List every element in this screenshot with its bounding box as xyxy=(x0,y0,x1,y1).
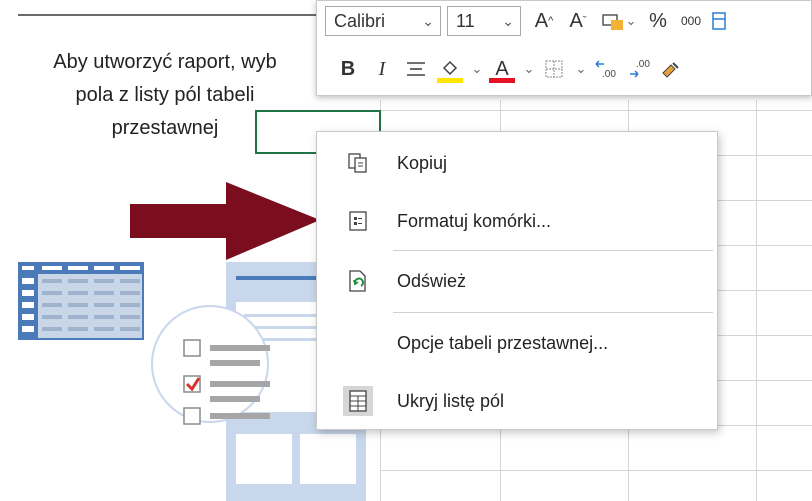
format-cells-icon xyxy=(345,208,371,234)
menu-item-label: Ukryj listę pól xyxy=(397,390,505,411)
table-icon xyxy=(712,12,726,30)
format-painter-icon xyxy=(662,62,679,78)
font-size-value: 11 xyxy=(456,10,475,31)
field-list-icon xyxy=(343,386,373,416)
copy-icon xyxy=(345,150,371,176)
currency-format-icon xyxy=(601,14,623,30)
font-name-combo[interactable]: Calibri ⌄ xyxy=(325,6,441,36)
comma-style-button[interactable]: 000 xyxy=(673,4,709,38)
svg-text:.00: .00 xyxy=(602,69,616,80)
paint-bucket-icon xyxy=(442,60,458,76)
font-color-dropdown[interactable]: ⌄ xyxy=(519,52,537,86)
menu-item-formatuj-komorki[interactable]: Formatuj komórki... xyxy=(317,198,717,244)
svg-text:.00: .00 xyxy=(636,59,650,70)
decrease-font-label: A xyxy=(569,9,583,32)
decrease-font-size-button[interactable]: Aˇ xyxy=(561,4,595,38)
italic-button[interactable]: I xyxy=(365,52,399,86)
increase-font-label: A xyxy=(534,9,549,32)
font-name-value: Calibri xyxy=(334,10,386,31)
increase-decimal-icon: .00 xyxy=(595,60,616,80)
menu-item-odswiez[interactable]: Odśwież xyxy=(317,258,717,304)
pivot-text-line-2: pola z listy pól tabeli xyxy=(75,84,255,106)
number-format-button[interactable]: ⌄ xyxy=(595,4,643,38)
table-illustration-icon xyxy=(18,262,144,340)
align-center-button[interactable] xyxy=(399,52,433,86)
fill-color-button[interactable] xyxy=(433,52,467,86)
chevron-down-icon: ⌄ xyxy=(502,12,514,29)
mini-toolbar: Calibri ⌄ 11 ⌄ A ^ Aˇ ⌄ % 000 B I ⌄ A ⌄ … xyxy=(316,0,812,96)
context-menu: Kopiuj Formatuj komórki... Odśwież Opcje… xyxy=(316,131,718,430)
align-center-icon xyxy=(407,62,425,76)
chevron-down-icon: ⌄ xyxy=(471,61,483,76)
fill-color-swatch xyxy=(437,78,463,83)
bold-label: B xyxy=(340,57,356,80)
chevron-down-icon: ⌄ xyxy=(422,12,434,29)
italic-label: I xyxy=(378,57,386,80)
ribbon-divider xyxy=(18,14,318,16)
font-size-combo[interactable]: 11 ⌄ xyxy=(447,6,521,36)
menu-item-label: Formatuj komórki... xyxy=(397,210,552,231)
chevron-down-icon: ⌄ xyxy=(523,61,535,76)
mini-toolbar-row-format: B I ⌄ A ⌄ ⌄ .00 .00 xyxy=(317,49,683,89)
increase-font-size-button[interactable]: A ^ xyxy=(527,4,561,38)
font-color-button[interactable]: A xyxy=(485,52,519,86)
pivot-text-line-1: Aby utworzyć raport, wyb xyxy=(53,51,277,73)
bold-button[interactable]: B xyxy=(331,52,365,86)
fill-color-dropdown[interactable]: ⌄ xyxy=(467,52,485,86)
mini-toolbar-row-font: Calibri ⌄ 11 ⌄ A ^ Aˇ ⌄ % 000 xyxy=(317,1,729,41)
increase-decimal-button[interactable]: .00 xyxy=(589,52,623,86)
borders-icon xyxy=(545,60,563,78)
borders-button[interactable] xyxy=(537,52,571,86)
menu-item-opcje-tabeli-przestawnej[interactable]: Opcje tabeli przestawnej... xyxy=(317,320,717,366)
pointer-arrow-icon xyxy=(130,182,320,260)
percent-label: % xyxy=(649,9,667,32)
chevron-down-icon: ⌄ xyxy=(575,61,587,76)
refresh-icon xyxy=(345,268,371,294)
menu-item-label: Opcje tabeli przestawnej... xyxy=(397,332,609,353)
percent-style-button[interactable]: % xyxy=(643,4,673,38)
menu-item-kopiuj[interactable]: Kopiuj xyxy=(317,140,717,186)
thousands-label: 000 xyxy=(680,14,702,28)
decrease-decimal-button[interactable]: .00 xyxy=(623,52,657,86)
menu-item-ukryj-liste-pol[interactable]: Ukryj listę pól xyxy=(317,378,717,424)
menu-item-label: Odśwież xyxy=(397,270,467,291)
format-painter-button[interactable] xyxy=(657,52,683,86)
font-color-swatch xyxy=(489,78,515,83)
menu-separator xyxy=(393,312,713,313)
accounting-format-button[interactable] xyxy=(709,4,729,38)
borders-dropdown[interactable]: ⌄ xyxy=(571,52,589,86)
menu-item-label: Kopiuj xyxy=(397,152,448,173)
menu-separator xyxy=(393,250,713,251)
chevron-down-icon: ⌄ xyxy=(625,13,637,28)
decrease-decimal-icon: .00 xyxy=(630,59,650,78)
